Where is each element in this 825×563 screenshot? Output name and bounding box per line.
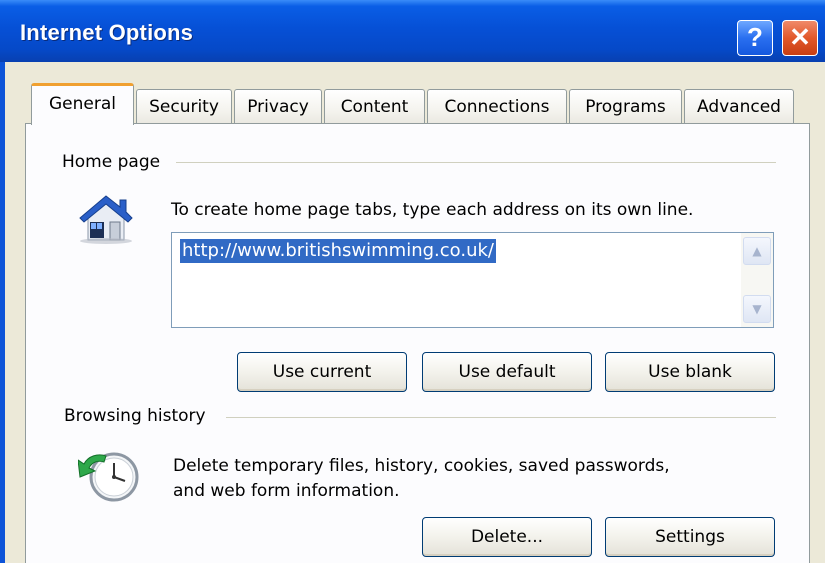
browsing-history-description-line1: Delete temporary files, history, cookies… <box>173 456 670 476</box>
browsing-history-divider <box>226 417 776 418</box>
home-page-instructions: To create home page tabs, type each addr… <box>171 200 694 220</box>
dialog-client-area: General Security Privacy Content Connect… <box>5 62 825 563</box>
window-title: Internet Options <box>20 20 194 45</box>
tab-privacy[interactable]: Privacy <box>234 89 322 125</box>
internet-options-window: Internet Options ? ✕ General Security Pr… <box>0 0 825 563</box>
home-page-divider <box>176 162 776 163</box>
general-tab-panel: Home page To create home page tabs, type… <box>25 123 810 563</box>
scroll-up-button[interactable]: ▲ <box>743 237 771 265</box>
home-page-group-title: Home page <box>62 152 171 172</box>
house-icon <box>76 192 134 244</box>
address-scrollbar[interactable]: ▲ ▼ <box>741 233 773 327</box>
delete-button[interactable]: Delete... <box>422 517 592 557</box>
use-default-button[interactable]: Use default <box>422 352 592 392</box>
use-current-button[interactable]: Use current <box>237 352 407 392</box>
browsing-history-description-line2: and web form information. <box>173 481 400 501</box>
tab-programs[interactable]: Programs <box>569 89 682 125</box>
history-clock-icon <box>77 450 140 504</box>
home-page-address-box[interactable]: http://www.britishswimming.co.uk/ ▲ ▼ <box>171 232 774 328</box>
close-button[interactable]: ✕ <box>782 20 818 56</box>
help-button[interactable]: ? <box>737 20 773 56</box>
tab-connections[interactable]: Connections <box>427 89 567 125</box>
browsing-history-group-title: Browsing history <box>64 406 216 426</box>
settings-button[interactable]: Settings <box>605 517 775 557</box>
use-blank-button[interactable]: Use blank <box>605 352 775 392</box>
tab-advanced[interactable]: Advanced <box>684 89 794 125</box>
home-page-address-value[interactable]: http://www.britishswimming.co.uk/ <box>180 239 496 263</box>
tab-general[interactable]: General <box>31 83 134 125</box>
tab-content[interactable]: Content <box>324 89 425 125</box>
tab-security[interactable]: Security <box>136 89 232 125</box>
scroll-down-button[interactable]: ▼ <box>743 295 771 323</box>
title-bar[interactable]: Internet Options ? ✕ <box>0 0 825 62</box>
